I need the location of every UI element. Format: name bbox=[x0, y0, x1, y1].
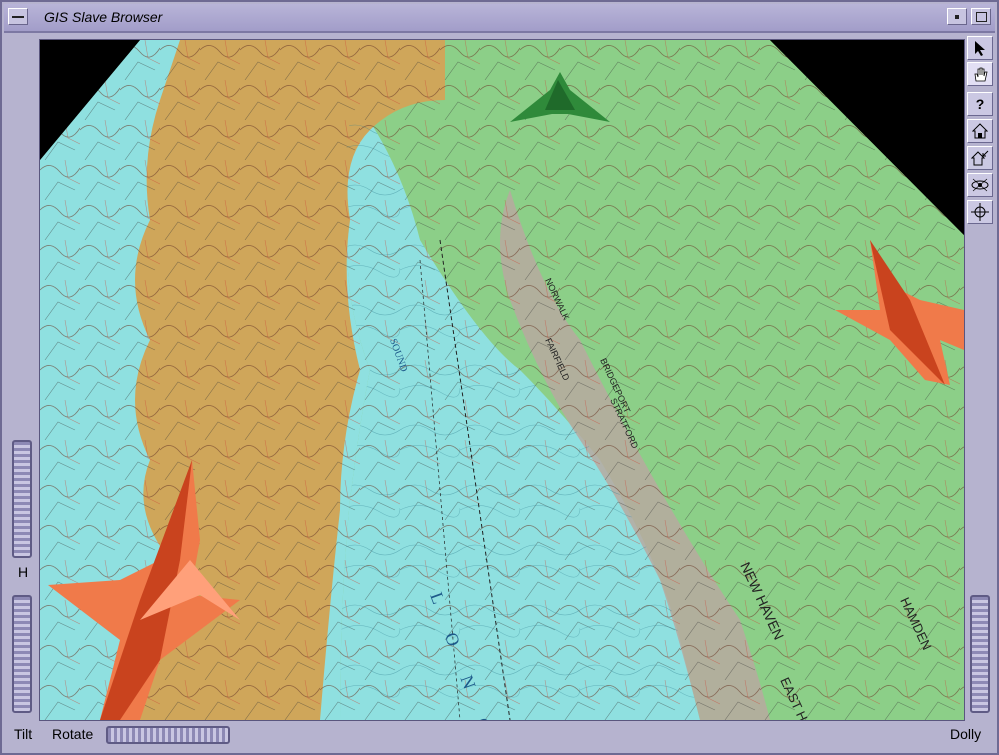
rotate-label: Rotate bbox=[52, 726, 94, 742]
view-all-button[interactable] bbox=[967, 173, 993, 197]
help-icon: ? bbox=[975, 96, 985, 112]
maximize-button[interactable] bbox=[971, 8, 991, 25]
pointer-tool-button[interactable] bbox=[967, 36, 993, 60]
view-all-icon bbox=[971, 178, 989, 192]
hand-icon bbox=[974, 67, 988, 82]
app-window: GIS Slave Browser SOUND L O N G NEW HAVE… bbox=[0, 0, 999, 755]
bottom-controls: Tilt Rotate Dolly bbox=[2, 723, 999, 755]
window-menu-button[interactable] bbox=[8, 8, 28, 25]
home-button[interactable] bbox=[967, 119, 993, 143]
hand-tool-button[interactable] bbox=[967, 62, 993, 86]
minimize-button[interactable] bbox=[947, 8, 967, 25]
dolly-thumbwheel[interactable] bbox=[970, 595, 990, 713]
h-label: H bbox=[18, 564, 29, 580]
h-thumbwheel[interactable] bbox=[12, 440, 32, 558]
map-viewport[interactable]: SOUND L O N G NEW HAVEN EAST HAVEN HAMDE… bbox=[39, 39, 965, 721]
viewer-toolbar: ? bbox=[964, 35, 996, 725]
window-title: GIS Slave Browser bbox=[44, 9, 163, 25]
dolly-label: Dolly bbox=[950, 726, 982, 742]
set-home-icon bbox=[971, 150, 989, 166]
tilt-label: Tilt bbox=[14, 726, 33, 742]
set-home-button[interactable] bbox=[967, 146, 993, 170]
tilt-thumbwheel[interactable] bbox=[12, 595, 32, 713]
seek-button[interactable] bbox=[967, 200, 993, 224]
seek-icon bbox=[971, 203, 989, 221]
rotate-thumbwheel[interactable] bbox=[106, 726, 230, 744]
help-button[interactable]: ? bbox=[967, 92, 993, 116]
map-scene[interactable]: SOUND L O N G NEW HAVEN EAST HAVEN HAMDE… bbox=[40, 40, 964, 720]
left-controls: H bbox=[4, 35, 38, 725]
title-bar: GIS Slave Browser bbox=[4, 4, 995, 33]
pointer-icon bbox=[975, 41, 985, 56]
home-icon bbox=[972, 123, 988, 139]
